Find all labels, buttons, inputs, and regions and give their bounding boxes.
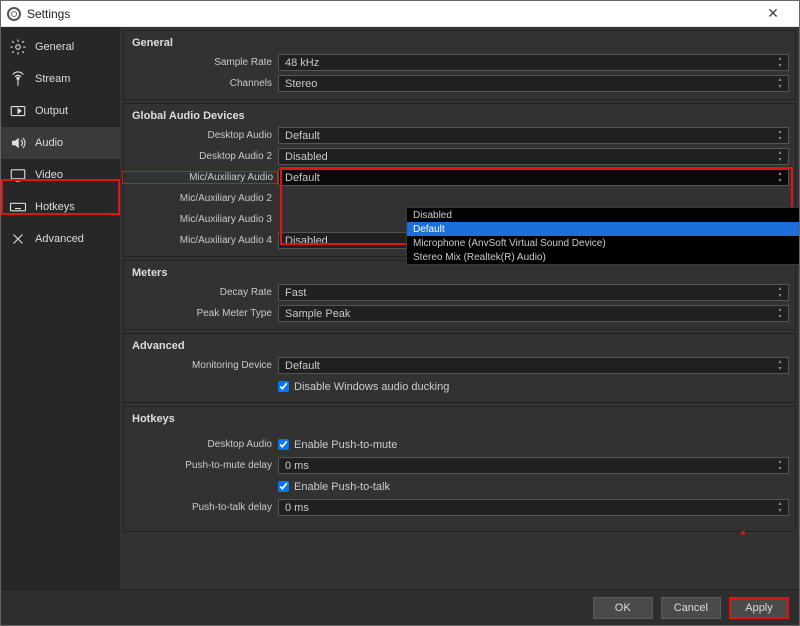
- sidebar-label: Output: [35, 105, 68, 117]
- section-advanced: Advanced Monitoring Device Default▴▾ Dis…: [123, 333, 796, 403]
- ptm-delay-label: Push-to-mute delay: [124, 460, 278, 471]
- section-general: General Sample Rate 48 kHz▴▾ Channels St…: [123, 30, 796, 100]
- close-button[interactable]: ✕: [753, 5, 793, 22]
- ptm-check-input[interactable]: [278, 439, 289, 450]
- peak-combo[interactable]: Sample Peak▴▾: [278, 305, 789, 322]
- dropdown-option[interactable]: Stereo Mix (Realtek(R) Audio): [407, 250, 799, 264]
- channels-combo[interactable]: Stereo▴▾: [278, 75, 789, 92]
- titlebar: Settings ✕: [1, 1, 799, 27]
- section-title: General: [124, 31, 795, 53]
- speaker-icon: [9, 134, 27, 152]
- sidebar-label: General: [35, 41, 74, 53]
- sidebar-item-stream[interactable]: Stream: [1, 63, 120, 95]
- ptt-delay-input[interactable]: 0 ms▴▾: [278, 499, 789, 516]
- mic3-label: Mic/Auxiliary Audio 3: [124, 214, 278, 225]
- footer: OK Cancel Apply: [1, 589, 799, 625]
- indicator-dot: [741, 531, 745, 535]
- dropdown-option[interactable]: Disabled: [407, 208, 799, 222]
- sidebar-item-video[interactable]: Video: [1, 159, 120, 191]
- sidebar-label: Hotkeys: [35, 201, 75, 213]
- section-title: Advanced: [124, 334, 795, 356]
- sidebar: General Stream Output Audio Video Hotkey…: [1, 27, 120, 589]
- desktop-audio2-label: Desktop Audio 2: [124, 151, 278, 162]
- ducking-checkbox[interactable]: Disable Windows audio ducking: [278, 378, 789, 395]
- mic2-label: Mic/Auxiliary Audio 2: [124, 193, 278, 204]
- main-panel: General Sample Rate 48 kHz▴▾ Channels St…: [120, 27, 799, 589]
- apply-button[interactable]: Apply: [729, 597, 789, 619]
- sidebar-item-general[interactable]: General: [1, 31, 120, 63]
- window-title: Settings: [27, 7, 70, 21]
- settings-window: Settings ✕ General Stream Output Audio: [0, 0, 800, 626]
- sidebar-item-advanced[interactable]: Advanced: [1, 223, 120, 255]
- sidebar-item-hotkeys[interactable]: Hotkeys: [1, 191, 120, 223]
- peak-label: Peak Meter Type: [124, 308, 278, 319]
- ducking-check-input[interactable]: [278, 381, 289, 392]
- sample-rate-combo[interactable]: 48 kHz▴▾: [278, 54, 789, 71]
- dropdown-option[interactable]: Microphone (AnvSoft Virtual Sound Device…: [407, 236, 799, 250]
- mic1-dropdown[interactable]: Disabled Default Microphone (AnvSoft Vir…: [406, 207, 799, 265]
- mic4-label: Mic/Auxiliary Audio 4: [124, 235, 278, 246]
- keyboard-icon: [9, 198, 27, 216]
- mic1-label: Mic/Auxiliary Audio: [122, 171, 278, 184]
- sidebar-item-output[interactable]: Output: [1, 95, 120, 127]
- section-title: Global Audio Devices: [124, 104, 795, 126]
- section-title: Hotkeys: [124, 407, 795, 429]
- desktop-audio-label: Desktop Audio: [124, 130, 278, 141]
- sample-rate-label: Sample Rate: [124, 57, 278, 68]
- decay-label: Decay Rate: [124, 287, 278, 298]
- gear-icon: [9, 38, 27, 56]
- ptt-checkbox[interactable]: Enable Push-to-talk: [278, 478, 789, 495]
- mic1-combo[interactable]: Default▴▾: [278, 169, 789, 186]
- channels-label: Channels: [124, 78, 278, 89]
- sidebar-label: Video: [35, 169, 63, 181]
- desktop-audio-combo[interactable]: Default▴▾: [278, 127, 789, 144]
- desktop-audio2-combo[interactable]: Disabled▴▾: [278, 148, 789, 165]
- sidebar-label: Advanced: [35, 233, 84, 245]
- ok-button[interactable]: OK: [593, 597, 653, 619]
- ptm-delay-input[interactable]: 0 ms▴▾: [278, 457, 789, 474]
- monitor-icon: [9, 166, 27, 184]
- obs-icon: [7, 7, 21, 21]
- sidebar-item-audio[interactable]: Audio: [1, 127, 120, 159]
- ptm-checkbox[interactable]: Enable Push-to-mute: [278, 436, 789, 453]
- section-hotkeys: Hotkeys Desktop Audio Enable Push-to-mut…: [123, 406, 796, 532]
- hk-desktop-audio-label: Desktop Audio: [124, 439, 278, 450]
- ptt-check-input[interactable]: [278, 481, 289, 492]
- decay-combo[interactable]: Fast▴▾: [278, 284, 789, 301]
- tools-icon: [9, 230, 27, 248]
- monitoring-label: Monitoring Device: [124, 360, 278, 371]
- monitoring-combo[interactable]: Default▴▾: [278, 357, 789, 374]
- antenna-icon: [9, 70, 27, 88]
- dropdown-option[interactable]: Default: [407, 222, 799, 236]
- cancel-button[interactable]: Cancel: [661, 597, 721, 619]
- section-meters: Meters Decay Rate Fast▴▾ Peak Meter Type…: [123, 260, 796, 330]
- ptt-delay-label: Push-to-talk delay: [124, 502, 278, 513]
- output-icon: [9, 102, 27, 120]
- sidebar-label: Audio: [35, 137, 63, 149]
- sidebar-label: Stream: [35, 73, 70, 85]
